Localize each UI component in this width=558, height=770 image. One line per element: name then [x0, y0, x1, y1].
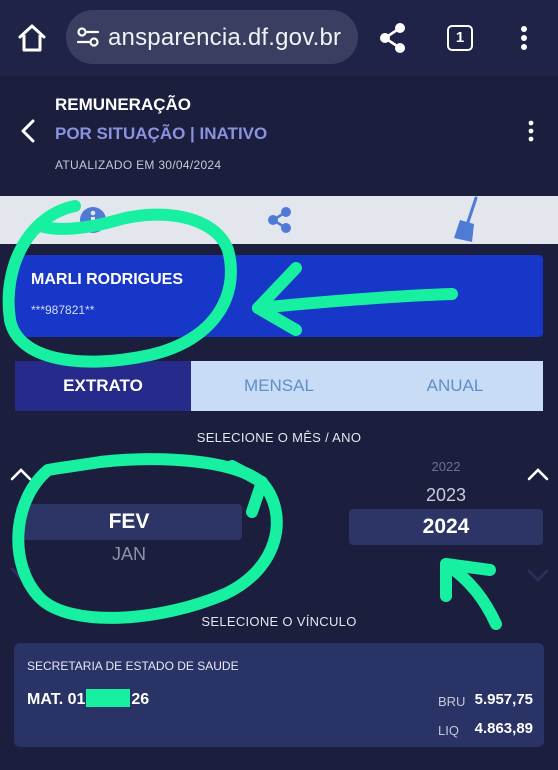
person-id: ***987821** [31, 303, 95, 317]
year-up-chevron-icon[interactable] [526, 466, 550, 482]
year-selected[interactable]: 2024 [349, 509, 543, 545]
person-name: MARLI RODRIGUES [31, 271, 183, 288]
tab-extrato[interactable]: EXTRATO [15, 361, 191, 411]
month-year-label: SELECIONE O MÊS / ANO [196, 430, 362, 445]
view-tabs: EXTRATO MENSAL ANUAL [15, 361, 543, 411]
url-text[interactable]: ansparencia.df.gov.br [108, 24, 341, 52]
tab-switcher-button[interactable]: 1 [447, 25, 473, 51]
browser-toolbar: ansparencia.df.gov.br 1 [0, 0, 558, 76]
month-selected[interactable]: FEV [16, 504, 242, 540]
page-title: REMUNERAÇÃO [55, 95, 191, 114]
updated-date: ATUALIZADO EM 30/04/2024 [55, 158, 222, 172]
address-bar[interactable]: ansparencia.df.gov.br [66, 10, 358, 64]
month-option[interactable]: JAN [16, 544, 242, 565]
more-vert-icon[interactable] [524, 120, 538, 142]
year-down-chevron-icon[interactable] [526, 568, 550, 584]
share-icon[interactable] [264, 204, 296, 236]
registration-suffix: 26 [131, 691, 150, 708]
month-up-chevron-icon[interactable] [9, 466, 33, 482]
annotation-arrowhead [440, 558, 496, 602]
vinculo-label: SELECIONE O VÍNCULO [201, 614, 357, 629]
year-option[interactable]: 2023 [349, 485, 543, 506]
share-icon[interactable] [378, 22, 408, 54]
registration-prefix: MAT. 01 [27, 691, 86, 708]
gross-label: BRU [438, 694, 466, 709]
more-vert-icon[interactable] [514, 24, 534, 52]
month-down-chevron-icon[interactable] [9, 566, 33, 582]
page-subtitle: POR SITUAÇÃO | INATIVO [55, 124, 268, 143]
redaction-mark [86, 689, 131, 707]
net-value: 4.863,89 [474, 720, 533, 737]
back-arrow-icon[interactable] [16, 116, 40, 146]
person-card: MARLI RODRIGUES ***987821** [15, 255, 543, 337]
vinculo-card[interactable]: SECRETARIA DE ESTADO DE SAUDE MAT. 01 26 … [14, 643, 544, 747]
tab-anual[interactable]: ANUAL [367, 361, 543, 411]
tab-mensal[interactable]: MENSAL [191, 361, 367, 411]
info-icon[interactable] [77, 204, 109, 236]
site-settings-icon[interactable] [76, 26, 100, 48]
net-label: LIQ [438, 723, 459, 738]
organization-name: SECRETARIA DE ESTADO DE SAUDE [27, 659, 239, 673]
broom-icon[interactable] [446, 196, 478, 242]
registration-number: MAT. 01 26 [27, 689, 149, 709]
home-icon[interactable] [16, 22, 48, 54]
gross-value: 5.957,75 [474, 691, 533, 708]
action-toolbar [0, 196, 558, 244]
year-option[interactable]: 2022 [349, 459, 543, 474]
app-header: REMUNERAÇÃO POR SITUAÇÃO | INATIVO ATUAL… [0, 76, 558, 196]
